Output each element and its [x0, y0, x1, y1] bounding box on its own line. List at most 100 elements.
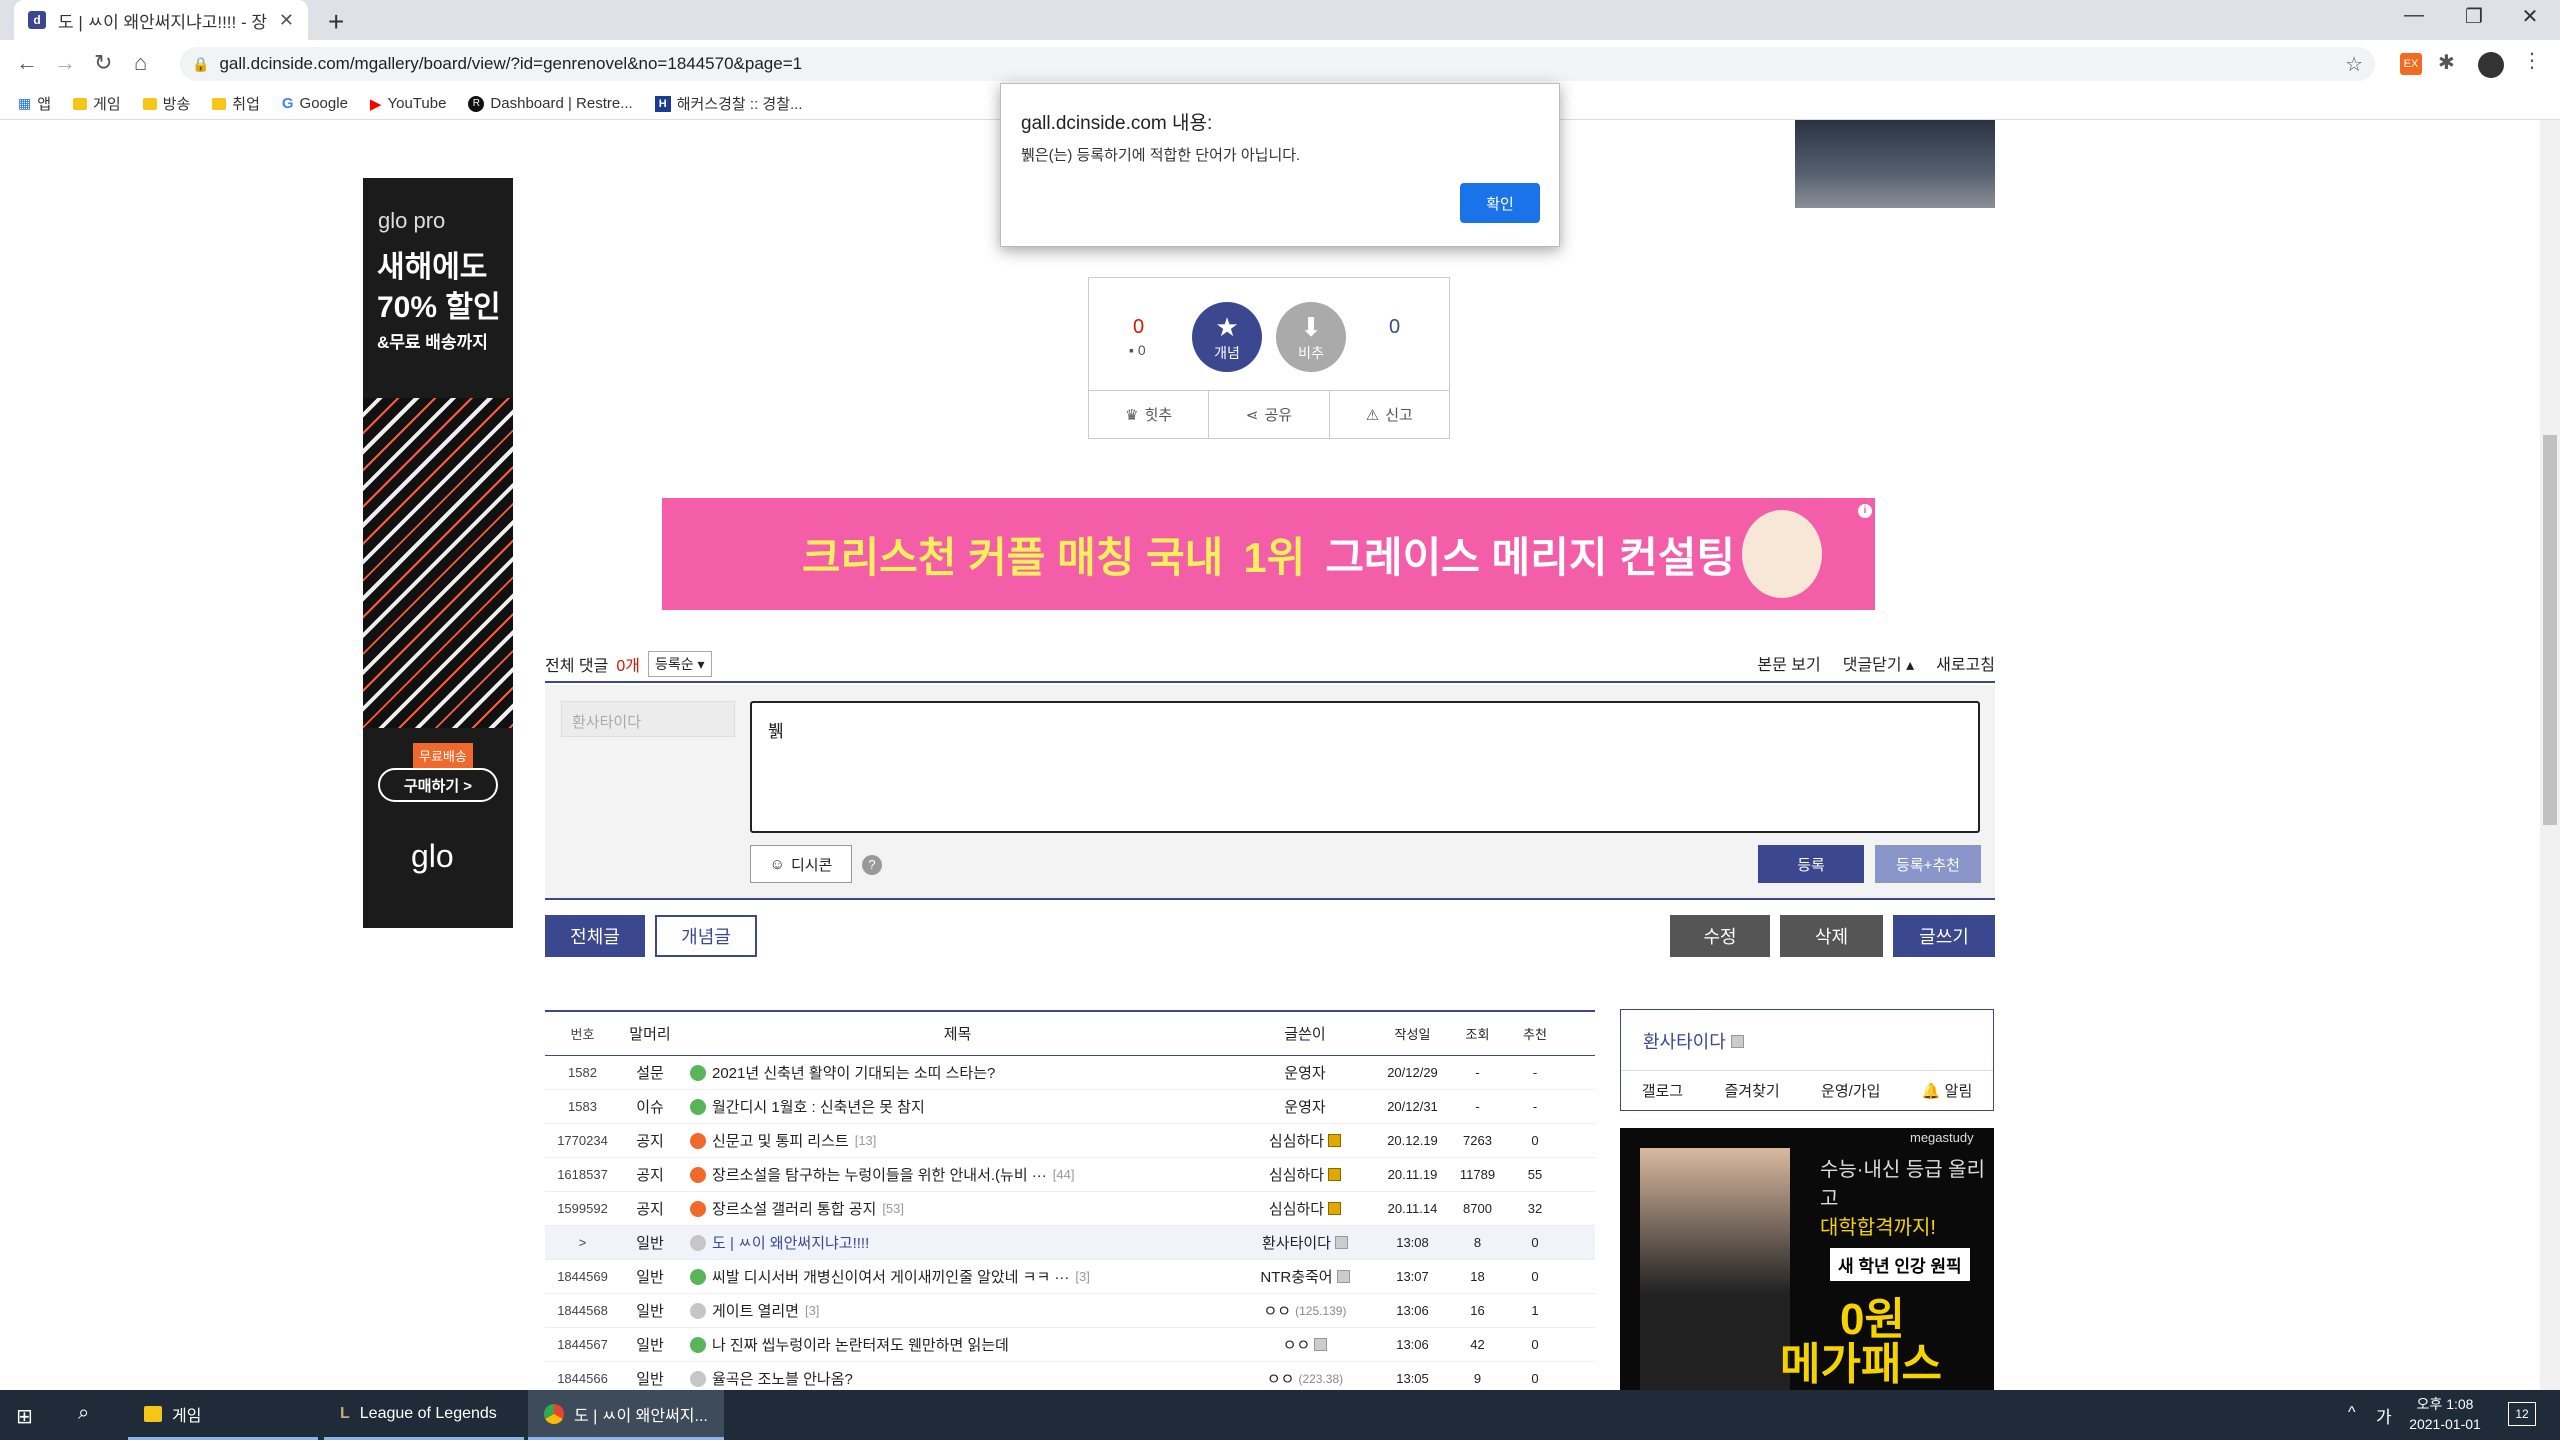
bookmark-google[interactable]: G Google	[282, 95, 348, 112]
bookmark-folder-game[interactable]: 게임	[73, 93, 121, 114]
row-writer-cell[interactable]: ㅇㅇ (125.139)	[1235, 1300, 1375, 1321]
back-icon[interactable]: ←	[16, 50, 38, 76]
table-row[interactable]: 1770234 공지 신문고 및 통피 리스트 [13] 심심하다 20.12.19 726…	[545, 1124, 1595, 1158]
row-title-cell[interactable]: 장르소설 갤러리 통합 공지 [53]	[680, 1198, 1235, 1219]
view-post-link[interactable]: 본문 보기	[1757, 651, 1820, 675]
hit-recommend-button[interactable]: ♛ 힛추	[1089, 391, 1210, 438]
user-nick[interactable]: 환사타이다	[1643, 1028, 1744, 1054]
extension-ex-icon[interactable]: EX	[2400, 53, 2422, 75]
row-writer-cell[interactable]: 심심하다	[1235, 1198, 1375, 1219]
table-row[interactable]: 1844567 일반 나 진짜 씹누렁이라 논란터져도 웬만하면 읽는데 ㅇㅇ 13:0…	[545, 1328, 1595, 1362]
gallog-link[interactable]: 갤로그	[1642, 1080, 1683, 1101]
row-title[interactable]: 신문고 및 통피 리스트	[712, 1130, 849, 1151]
recommend-up-button[interactable]: ★ 개념	[1192, 302, 1262, 372]
bookmark-star-icon[interactable]: ☆	[2345, 52, 2363, 77]
extensions-puzzle-icon[interactable]: ✱	[2438, 50, 2455, 75]
row-writer-cell[interactable]: 심심하다	[1235, 1164, 1375, 1185]
row-title-cell[interactable]: 나 진짜 씹누렁이라 논란터져도 웬만하면 읽는데	[680, 1334, 1235, 1355]
table-row[interactable]: 1582 설문 2021년 신축년 활약이 기대되는 소띠 스타는? 운영자 20/12…	[545, 1056, 1595, 1090]
bookmark-apps[interactable]: ▦ 앱	[18, 93, 51, 114]
table-row[interactable]: > 일반 도 | ㅆ이 왜안써지냐고!!!! 환사타이다 13:08 8 0	[545, 1226, 1595, 1260]
help-icon[interactable]: ?	[862, 855, 882, 875]
taskbar-item-chrome[interactable]: 도 | ㅆ이 왜안써지...	[528, 1390, 724, 1440]
refresh-comments-link[interactable]: 새로고침	[1936, 651, 1995, 675]
address-bar[interactable]: 🔒 gall.dcinside.com/mgallery/board/view/…	[180, 47, 2375, 81]
taskbar-item-game[interactable]: 게임	[128, 1390, 318, 1440]
reload-icon[interactable]: ↻	[94, 50, 112, 76]
row-title[interactable]: 씨발 디시서버 개병신이여서 게이새끼인줄 알았네 ㅋㅋ ···	[712, 1266, 1069, 1287]
row-title-cell[interactable]: 신문고 및 통피 리스트 [13]	[680, 1130, 1235, 1151]
row-writer-cell[interactable]: 환사타이다	[1235, 1232, 1375, 1253]
left-glo-ad[interactable]: glo pro 새해에도 70% 할인 &무료 배송까지 무료배송 구매하기 > …	[363, 178, 513, 928]
row-title[interactable]: 나 진짜 씹누렁이라 논란터져도 웬만하면 읽는데	[712, 1334, 1009, 1355]
row-title[interactable]: 도 | ㅆ이 왜안써지냐고!!!!	[712, 1232, 869, 1253]
browser-tab[interactable]: d 도 | ㅆ이 왜안써지냐고!!!! - 장트 ✕	[14, 0, 308, 40]
row-title-cell[interactable]: 게이트 열리면 [3]	[680, 1300, 1235, 1321]
comment-textarea[interactable]: 뷁	[750, 701, 1980, 833]
scrollbar-thumb[interactable]	[2543, 435, 2557, 825]
table-row[interactable]: 1844566 일반 율곡은 조노블 안나옴? ㅇㅇ (223.38) 13:05 9 0	[545, 1362, 1595, 1390]
search-icon[interactable]: ⌕	[78, 1402, 89, 1425]
comment-submit-recommend-button[interactable]: 등록+추천	[1875, 845, 1981, 883]
manage-join-link[interactable]: 운영/가입	[1821, 1080, 1880, 1101]
close-comments-link[interactable]: 댓글닫기 ▴	[1843, 651, 1914, 675]
bookmark-folder-broadcast[interactable]: 방송	[142, 93, 190, 114]
ad-info-icon[interactable]: i	[1858, 504, 1872, 518]
row-title[interactable]: 장르소설을 탐구하는 누렁이들을 위한 안내서.(뉴비 ···	[712, 1164, 1047, 1185]
row-writer-cell[interactable]: NTR충죽어	[1235, 1266, 1375, 1287]
all-posts-button[interactable]: 전체글	[545, 915, 645, 957]
bookmark-dashboard[interactable]: R Dashboard | Restre...	[468, 95, 633, 112]
delete-button[interactable]: 삭제	[1780, 915, 1883, 957]
forward-icon[interactable]: →	[54, 50, 76, 76]
row-writer-cell[interactable]: 심심하다	[1235, 1130, 1375, 1151]
table-row[interactable]: 1618537 공지 장르소설을 탐구하는 누렁이들을 위한 안내서.(뉴비 ···…	[545, 1158, 1595, 1192]
ad-buy-button[interactable]: 구매하기 >	[378, 768, 498, 802]
table-row[interactable]: 1844568 일반 게이트 열리면 [3] ㅇㅇ (125.139) 13:06 16 1	[545, 1294, 1595, 1328]
concept-posts-button[interactable]: 개념글	[655, 915, 757, 957]
row-title-cell[interactable]: 씨발 디시서버 개병신이여서 게이새끼인줄 알았네 ㅋㅋ ··· [3]	[680, 1266, 1235, 1287]
edit-button[interactable]: 수정	[1670, 915, 1770, 957]
row-title-cell[interactable]: 도 | ㅆ이 왜안써지냐고!!!!	[680, 1232, 1235, 1253]
marriage-ad-banner[interactable]: 크리스천 커플 매칭 국내 1위 그레이스 메리지 컨설팅 i	[662, 498, 1875, 610]
favorites-link[interactable]: 즐겨찾기	[1724, 1080, 1779, 1101]
report-button[interactable]: ⚠ 신고	[1330, 391, 1449, 438]
page-scrollbar[interactable]	[2540, 120, 2560, 1390]
table-row[interactable]: 1599592 공지 장르소설 갤러리 통합 공지 [53] 심심하다 20.11.14 8…	[545, 1192, 1595, 1226]
row-title-cell[interactable]: 율곡은 조노블 안나옴?	[680, 1368, 1235, 1389]
row-title[interactable]: 2021년 신축년 활약이 기대되는 소띠 스타는?	[712, 1062, 995, 1083]
write-button[interactable]: 글쓰기	[1893, 915, 1995, 957]
windows-start-icon[interactable]: ⊞	[16, 1404, 33, 1429]
bookmark-folder-job[interactable]: 취업	[212, 93, 260, 114]
minimize-icon[interactable]: —	[2394, 4, 2434, 27]
recommend-down-button[interactable]: ⬇ 비추	[1276, 302, 1346, 372]
row-writer-cell[interactable]: 운영자	[1235, 1062, 1375, 1083]
new-tab-icon[interactable]: +	[328, 6, 344, 38]
home-icon[interactable]: ⌂	[134, 50, 147, 76]
close-window-icon[interactable]: ✕	[2510, 4, 2550, 29]
dccon-button[interactable]: ☺ 디시콘	[750, 845, 852, 883]
tab-close-icon[interactable]: ✕	[279, 10, 294, 31]
restore-icon[interactable]: ❐	[2454, 4, 2494, 29]
nickname-field[interactable]: 환사타이다	[561, 701, 735, 737]
table-row[interactable]: 1844569 일반 씨발 디시서버 개병신이여서 게이새끼인줄 알았네 ㅋㅋ ··…	[545, 1260, 1595, 1294]
notification-link[interactable]: 🔔 알림	[1922, 1080, 1972, 1101]
row-writer-cell[interactable]: 운영자	[1235, 1096, 1375, 1117]
bookmark-hackers[interactable]: H 해커스경찰 :: 경찰...	[654, 93, 803, 114]
row-title-cell[interactable]: 장르소설을 탐구하는 누렁이들을 위한 안내서.(뉴비 ··· [44]	[680, 1164, 1235, 1185]
dialog-ok-button[interactable]: 확인	[1460, 183, 1540, 223]
notification-center-icon[interactable]: 12	[2508, 1402, 2536, 1426]
clock[interactable]: 오후 1:08 2021-01-01	[2400, 1394, 2490, 1434]
profile-avatar[interactable]	[2478, 52, 2504, 78]
bookmark-youtube[interactable]: ▶ YouTube	[370, 95, 447, 113]
ime-indicator[interactable]: 가	[2376, 1403, 2392, 1428]
table-row[interactable]: 1583 이슈 월간디시 1월호 : 신축년은 못 참지 운영자 20/12/31 - -	[545, 1090, 1595, 1124]
row-title-cell[interactable]: 2021년 신축년 활약이 기대되는 소띠 스타는?	[680, 1062, 1235, 1083]
comment-sort-select[interactable]: 등록순 ▾	[647, 651, 712, 677]
taskbar-item-lol[interactable]: L League of Legends	[324, 1390, 524, 1440]
row-title-cell[interactable]: 월간디시 1월호 : 신축년은 못 참지	[680, 1096, 1235, 1117]
row-title[interactable]: 월간디시 1월호 : 신축년은 못 참지	[712, 1096, 925, 1117]
comment-submit-button[interactable]: 등록	[1758, 845, 1864, 883]
share-button[interactable]: ⋖ 공유	[1209, 391, 1330, 438]
chrome-menu-icon[interactable]: ⋮	[2522, 48, 2542, 73]
row-title[interactable]: 장르소설 갤러리 통합 공지	[712, 1198, 876, 1219]
